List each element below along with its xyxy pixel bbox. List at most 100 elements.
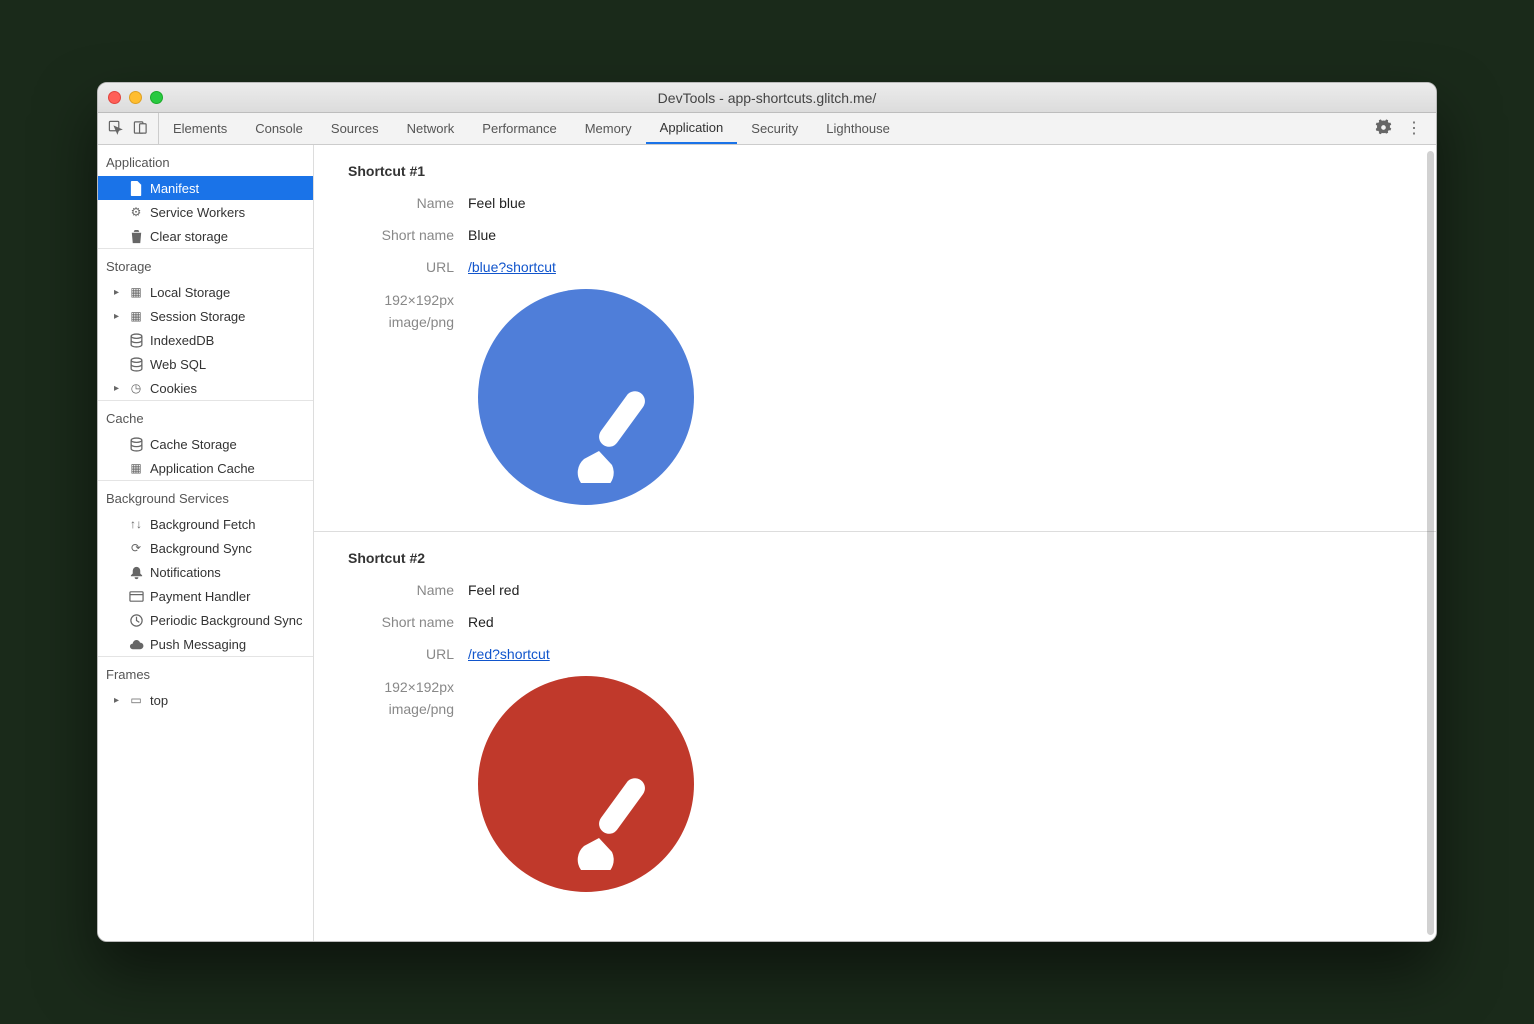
sidebar-item-label: IndexedDB <box>150 333 214 348</box>
sidebar-item-label: Cookies <box>150 381 197 396</box>
window-minimize-button[interactable] <box>129 91 142 104</box>
devtools-tabbar: Elements Console Sources Network Perform… <box>98 113 1436 145</box>
tab-memory[interactable]: Memory <box>571 113 646 144</box>
prop-label-shortname: Short name <box>348 612 468 630</box>
sidebar-item-cookies[interactable]: ◷ Cookies <box>98 376 313 400</box>
sidebar-item-application-cache[interactable]: ▦ Application Cache <box>98 456 313 480</box>
cloud-icon <box>128 636 144 652</box>
transfer-icon: ↑↓ <box>128 516 144 532</box>
sidebar-item-notifications[interactable]: Notifications <box>98 560 313 584</box>
sidebar-item-label: Cache Storage <box>150 437 237 452</box>
sidebar-item-payment-handler[interactable]: Payment Handler <box>98 584 313 608</box>
tab-console[interactable]: Console <box>241 113 317 144</box>
tab-performance[interactable]: Performance <box>468 113 570 144</box>
shortcut-section: Shortcut #1 Name Feel blue Short name Bl… <box>314 145 1436 532</box>
prop-value-name: Feel red <box>468 580 519 598</box>
card-icon <box>128 588 144 604</box>
grid-icon: ▦ <box>128 308 144 324</box>
sidebar-item-label: Session Storage <box>150 309 245 324</box>
sidebar-item-manifest[interactable]: Manifest <box>98 176 313 200</box>
tab-sources[interactable]: Sources <box>317 113 393 144</box>
prop-value-shortname: Blue <box>468 225 496 243</box>
sidebar-item-label: Notifications <box>150 565 221 580</box>
icon-size-label: 192×192px <box>348 676 454 698</box>
shortcut-heading: Shortcut #2 <box>348 550 1402 566</box>
shortcut-heading: Shortcut #1 <box>348 163 1402 179</box>
sidebar-item-label: Periodic Background Sync <box>150 613 302 628</box>
sidebar-item-service-workers[interactable]: ⚙ Service Workers <box>98 200 313 224</box>
sidebar-item-label: Push Messaging <box>150 637 246 652</box>
bell-icon <box>128 564 144 580</box>
shortcut-icon-preview <box>478 676 694 892</box>
sidebar-item-label: Clear storage <box>150 229 228 244</box>
grid-icon: ▦ <box>128 284 144 300</box>
sidebar-item-websql[interactable]: Web SQL <box>98 352 313 376</box>
tab-security[interactable]: Security <box>737 113 812 144</box>
sidebar-item-background-fetch[interactable]: ↑↓ Background Fetch <box>98 512 313 536</box>
prop-label-name: Name <box>348 580 468 598</box>
sidebar-group-background-services: Background Services <box>98 480 313 512</box>
sidebar-item-clear-storage[interactable]: Clear storage <box>98 224 313 248</box>
tab-application[interactable]: Application <box>646 113 738 144</box>
prop-label-url: URL <box>348 644 468 662</box>
devtools-window: DevTools - app-shortcuts.glitch.me/ Elem… <box>97 82 1437 942</box>
cookie-icon: ◷ <box>128 380 144 396</box>
sidebar-item-session-storage[interactable]: ▦ Session Storage <box>98 304 313 328</box>
window-zoom-button[interactable] <box>150 91 163 104</box>
tab-lighthouse[interactable]: Lighthouse <box>812 113 904 144</box>
sidebar-item-label: Background Fetch <box>150 517 256 532</box>
clock-icon <box>128 612 144 628</box>
prop-value-name: Feel blue <box>468 193 526 211</box>
inspect-icon[interactable] <box>108 120 123 138</box>
sidebar-item-local-storage[interactable]: ▦ Local Storage <box>98 280 313 304</box>
settings-icon[interactable] <box>1375 119 1392 139</box>
titlebar: DevTools - app-shortcuts.glitch.me/ <box>98 83 1436 113</box>
sidebar-item-label: Application Cache <box>150 461 255 476</box>
sidebar-item-periodic-background-sync[interactable]: Periodic Background Sync <box>98 608 313 632</box>
sidebar-item-label: Payment Handler <box>150 589 250 604</box>
sync-icon: ⟳ <box>128 540 144 556</box>
window-title: DevTools - app-shortcuts.glitch.me/ <box>98 90 1436 106</box>
sidebar-item-label: Manifest <box>150 181 199 196</box>
sidebar-group-storage: Storage <box>98 248 313 280</box>
paintbrush-icon <box>562 770 662 870</box>
shortcut-url-link[interactable]: /blue?shortcut <box>468 259 556 275</box>
sidebar-item-label: top <box>150 693 168 708</box>
prop-label-name: Name <box>348 193 468 211</box>
sidebar-item-push-messaging[interactable]: Push Messaging <box>98 632 313 656</box>
tab-network[interactable]: Network <box>393 113 469 144</box>
sidebar-item-label: Local Storage <box>150 285 230 300</box>
database-icon <box>128 436 144 452</box>
tab-elements[interactable]: Elements <box>159 113 241 144</box>
sidebar-item-indexeddb[interactable]: IndexedDB <box>98 328 313 352</box>
shortcut-url-link[interactable]: /red?shortcut <box>468 646 550 662</box>
sidebar-group-frames: Frames <box>98 656 313 688</box>
frame-icon: ▭ <box>128 692 144 708</box>
grid-icon: ▦ <box>128 460 144 476</box>
window-close-button[interactable] <box>108 91 121 104</box>
file-icon <box>128 180 144 196</box>
sidebar-item-cache-storage[interactable]: Cache Storage <box>98 432 313 456</box>
device-toolbar-icon[interactable] <box>133 120 148 138</box>
sidebar-group-cache: Cache <box>98 400 313 432</box>
shortcut-icon-preview <box>478 289 694 505</box>
icon-type-label: image/png <box>348 698 454 720</box>
sidebar-item-label: Background Sync <box>150 541 252 556</box>
kebab-menu-icon[interactable]: ⋮ <box>1406 121 1422 137</box>
sidebar-item-label: Web SQL <box>150 357 206 372</box>
sidebar-group-application: Application <box>98 145 313 176</box>
icon-type-label: image/png <box>348 311 454 333</box>
icon-size-label: 192×192px <box>348 289 454 311</box>
application-sidebar: Application Manifest ⚙ Service Workers C… <box>98 145 314 941</box>
database-icon <box>128 356 144 372</box>
manifest-pane: Shortcut #1 Name Feel blue Short name Bl… <box>314 145 1436 941</box>
prop-label-shortname: Short name <box>348 225 468 243</box>
sidebar-item-label: Service Workers <box>150 205 245 220</box>
trash-icon <box>128 228 144 244</box>
prop-value-shortname: Red <box>468 612 494 630</box>
scrollbar[interactable] <box>1427 151 1434 935</box>
database-icon <box>128 332 144 348</box>
sidebar-item-frame-top[interactable]: ▭ top <box>98 688 313 712</box>
prop-label-url: URL <box>348 257 468 275</box>
sidebar-item-background-sync[interactable]: ⟳ Background Sync <box>98 536 313 560</box>
